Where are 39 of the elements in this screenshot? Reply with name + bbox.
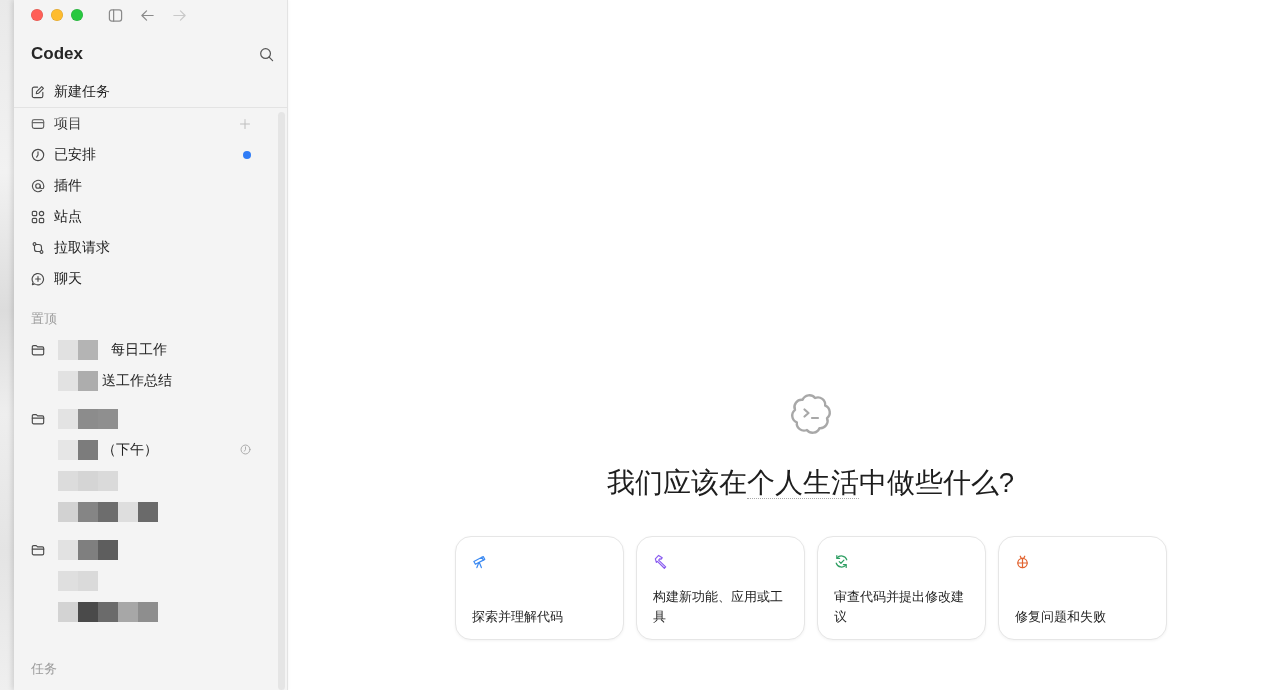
section-heading: 任务	[30, 660, 58, 678]
task-item[interactable]: 送工作总结	[22, 365, 275, 396]
nav-item[interactable]: 拉取请求	[22, 232, 275, 263]
nav-item[interactable]: 站点	[22, 201, 275, 232]
suggestion-card[interactable]: 修复问题和失败	[997, 536, 1167, 640]
sidebar-toggle-icon[interactable]	[108, 7, 123, 23]
new-task-button[interactable]: 新建任务	[22, 77, 275, 107]
suggestion-card[interactable]: 审查代码并提出修改建议	[816, 536, 986, 640]
folder-icon	[31, 542, 45, 557]
folder-item[interactable]: 每日工作	[22, 334, 275, 365]
back-arrow-icon[interactable]	[140, 7, 155, 23]
edit-icon	[31, 85, 45, 99]
refresh-check-icon	[833, 554, 849, 569]
suggestion-card[interactable]: 探索并理解代码	[454, 536, 624, 640]
folder-icon	[31, 342, 45, 357]
nav-item[interactable]: 项目	[22, 108, 275, 139]
zoom-button[interactable]	[71, 9, 83, 21]
search-icon[interactable]	[259, 46, 274, 62]
nav-item[interactable]: 已安排	[22, 139, 275, 170]
project-picker[interactable]: 个人生活	[746, 467, 859, 499]
at-sign-icon	[31, 178, 45, 193]
bug-icon	[1014, 554, 1030, 569]
grid-icon	[31, 209, 45, 224]
close-button[interactable]	[31, 9, 43, 21]
telescope-icon	[471, 554, 487, 569]
prompt-heading: 我们应该在个人生活中做些什么?	[606, 466, 1015, 500]
hammer-icon	[652, 554, 668, 569]
app-title: Codex	[31, 44, 83, 64]
nav-item[interactable]: 插件	[22, 170, 275, 201]
section-heading: 置顶	[30, 310, 58, 328]
box-icon	[31, 116, 45, 131]
clock-icon	[31, 147, 45, 162]
task-item[interactable]: （下午）	[22, 434, 275, 465]
folder-icon	[31, 411, 45, 426]
pull-request-icon	[31, 240, 45, 255]
minimize-button[interactable]	[51, 9, 63, 21]
chat-plus-icon	[31, 271, 45, 286]
suggestion-card[interactable]: 构建新功能、应用或工具	[635, 536, 805, 640]
nav-item[interactable]: 聊天	[22, 263, 275, 294]
